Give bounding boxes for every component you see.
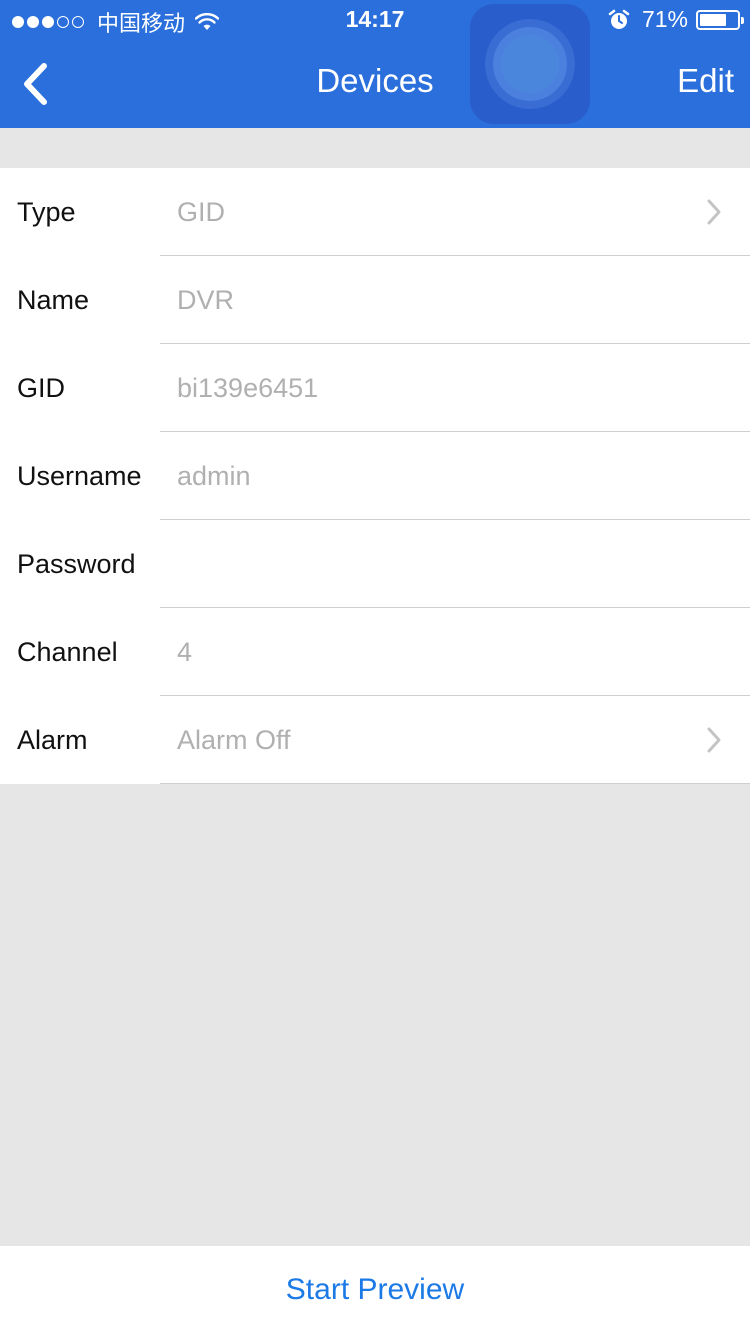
- battery-level: [700, 13, 726, 26]
- chevron-right-icon: [707, 727, 721, 753]
- name-field[interactable]: DVR: [177, 256, 234, 344]
- chevron-right-icon: [707, 199, 721, 225]
- alarm-label: Alarm: [17, 725, 88, 755]
- bottom-action-bar: Start Preview: [0, 1246, 750, 1334]
- alarm-field[interactable]: Alarm Off: [177, 696, 291, 784]
- assistive-touch-button[interactable]: [470, 4, 590, 124]
- form-row-username[interactable]: Username admin: [0, 432, 750, 520]
- form-row-password[interactable]: Password: [0, 520, 750, 608]
- form-row-type[interactable]: Type GID: [0, 168, 750, 256]
- gid-field[interactable]: bi139e6451: [177, 344, 318, 432]
- form-row-gid[interactable]: GID bi139e6451: [0, 344, 750, 432]
- battery-icon: [696, 9, 744, 30]
- type-field[interactable]: GID: [177, 168, 225, 256]
- status-right: 71%: [608, 6, 744, 33]
- edit-button[interactable]: Edit: [677, 62, 734, 100]
- name-label: Name: [17, 285, 90, 315]
- type-label: Type: [17, 197, 76, 227]
- battery-percentage: 71%: [641, 6, 688, 32]
- form-row-alarm[interactable]: Alarm Alarm Off: [0, 696, 750, 784]
- channel-field[interactable]: 4: [177, 608, 192, 696]
- battery-tip: [741, 16, 744, 24]
- navigation-bar: 中国移动 14:17 71% Devices Edit: [0, 0, 750, 128]
- gid-label: GID: [17, 373, 66, 403]
- form-row-name[interactable]: Name DVR: [0, 256, 750, 344]
- username-label: Username: [17, 461, 142, 491]
- username-field[interactable]: admin: [177, 432, 251, 520]
- password-label: Password: [17, 549, 136, 579]
- device-form: Type GID Name DVR GID bi139e6451 Username admin…: [0, 168, 750, 784]
- alarm-clock-icon: [608, 9, 630, 29]
- row-divider: [160, 783, 750, 784]
- form-row-channel[interactable]: Channel 4: [0, 608, 750, 696]
- start-preview-button[interactable]: Start Preview: [0, 1246, 750, 1334]
- status-bar: 中国移动 14:17 71%: [0, 0, 750, 40]
- channel-label: Channel: [17, 637, 118, 667]
- page-title: Devices: [316, 62, 434, 99]
- assistive-touch-core: [501, 35, 559, 93]
